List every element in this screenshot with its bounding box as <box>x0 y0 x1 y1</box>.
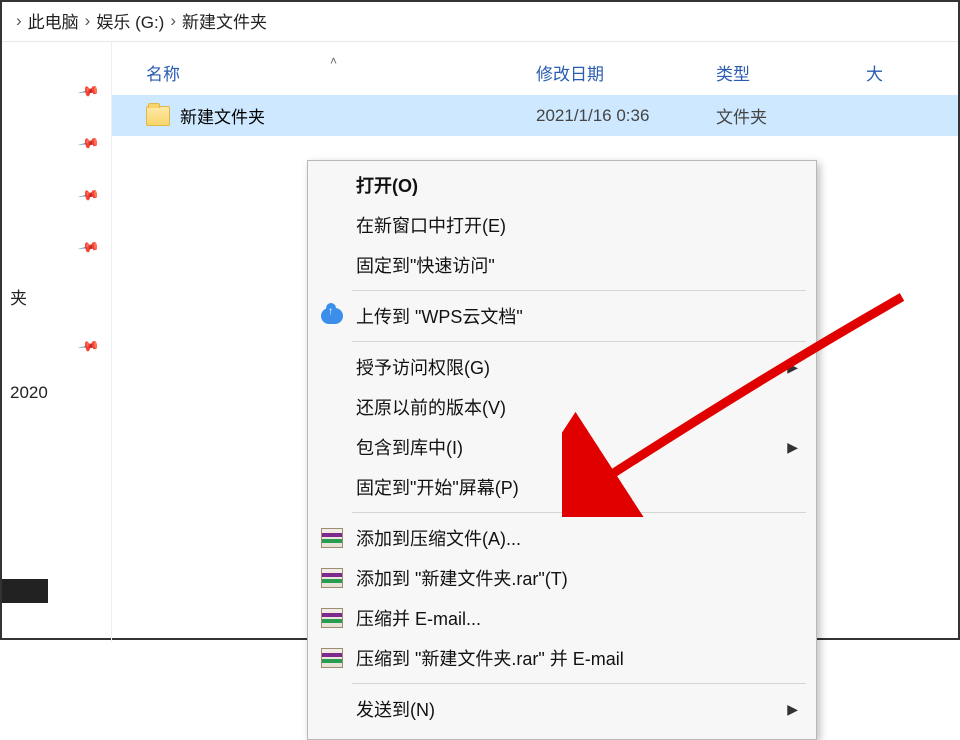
sidebar-pinned-item[interactable]: 📌 <box>2 226 111 268</box>
sort-ascending-icon: ˄ <box>330 54 337 68</box>
column-size[interactable]: 大 <box>866 60 883 85</box>
menu-restore-versions[interactable]: 还原以前的版本(V) <box>308 387 816 427</box>
sidebar-selection-marker <box>2 579 48 603</box>
breadcrumb-item[interactable]: 新建文件夹 <box>182 8 267 33</box>
breadcrumb-item[interactable]: 娱乐 (G:) <box>96 8 164 33</box>
pin-icon: 📌 <box>76 79 100 103</box>
folder-icon <box>146 106 170 126</box>
menu-compress-named-email[interactable]: 压缩到 "新建文件夹.rar" 并 E-mail <box>308 638 816 678</box>
archive-icon <box>320 607 344 629</box>
chevron-right-icon: › <box>170 11 176 31</box>
sidebar-pinned-item[interactable]: 📌 <box>2 70 111 112</box>
menu-include-library[interactable]: 包含到库中(I)▶ <box>308 427 816 467</box>
breadcrumb-item[interactable]: 此电脑 <box>28 8 79 33</box>
menu-separator <box>352 341 806 342</box>
chevron-right-icon: ▶ <box>787 439 798 456</box>
column-type[interactable]: 类型 <box>716 60 866 85</box>
archive-icon <box>320 567 344 589</box>
file-list-pane: ˄ 名称 修改日期 类型 大 新建文件夹 2021/1/16 0:36 文件夹 … <box>112 42 958 642</box>
column-headers[interactable]: ˄ 名称 修改日期 类型 大 <box>112 42 958 95</box>
menu-compress-email[interactable]: 压缩并 E-mail... <box>308 598 816 638</box>
menu-upload-wps[interactable]: 上传到 "WPS云文档" <box>308 296 816 336</box>
chevron-right-icon: › <box>85 11 91 31</box>
sidebar-item-year[interactable]: 2020 <box>2 377 111 409</box>
menu-open-new-window[interactable]: 在新窗口中打开(E) <box>308 205 816 245</box>
pin-icon: 📌 <box>76 334 100 358</box>
chevron-right-icon: ▶ <box>787 359 798 376</box>
pin-icon: 📌 <box>76 183 100 207</box>
menu-grant-access[interactable]: 授予访问权限(G)▶ <box>308 347 816 387</box>
menu-separator <box>352 512 806 513</box>
menu-separator <box>352 290 806 291</box>
menu-separator <box>352 683 806 684</box>
archive-icon <box>320 647 344 669</box>
menu-open[interactable]: 打开(O) <box>308 165 816 205</box>
file-name: 新建文件夹 <box>180 103 265 128</box>
sidebar-item-folder[interactable]: 夹 <box>2 278 111 315</box>
chevron-right-icon: › <box>16 11 22 31</box>
pin-icon: 📌 <box>76 235 100 259</box>
file-date: 2021/1/16 0:36 <box>536 106 716 126</box>
menu-pin-start[interactable]: 固定到"开始"屏幕(P) <box>308 467 816 507</box>
menu-send-to[interactable]: 发送到(N)▶ <box>308 689 816 729</box>
archive-icon <box>320 527 344 549</box>
pin-icon: 📌 <box>76 131 100 155</box>
column-name[interactable]: 名称 <box>146 60 536 85</box>
cloud-upload-icon <box>320 305 344 327</box>
sidebar: 📌 📌 📌 📌 夹 📌 2020 <box>2 42 112 642</box>
file-row[interactable]: 新建文件夹 2021/1/16 0:36 文件夹 <box>112 95 958 136</box>
file-type: 文件夹 <box>716 103 866 128</box>
chevron-right-icon: ▶ <box>787 701 798 718</box>
sidebar-pinned-item[interactable]: 📌 <box>2 325 111 367</box>
sidebar-pinned-item[interactable]: 📌 <box>2 174 111 216</box>
menu-add-to-archive[interactable]: 添加到压缩文件(A)... <box>308 518 816 558</box>
menu-add-to-named-rar[interactable]: 添加到 "新建文件夹.rar"(T) <box>308 558 816 598</box>
context-menu: 打开(O) 在新窗口中打开(E) 固定到"快速访问" 上传到 "WPS云文档" … <box>307 160 817 740</box>
column-date[interactable]: 修改日期 <box>536 60 716 85</box>
breadcrumb[interactable]: › 此电脑 › 娱乐 (G:) › 新建文件夹 <box>2 2 958 42</box>
sidebar-pinned-item[interactable]: 📌 <box>2 122 111 164</box>
menu-pin-quick-access[interactable]: 固定到"快速访问" <box>308 245 816 285</box>
